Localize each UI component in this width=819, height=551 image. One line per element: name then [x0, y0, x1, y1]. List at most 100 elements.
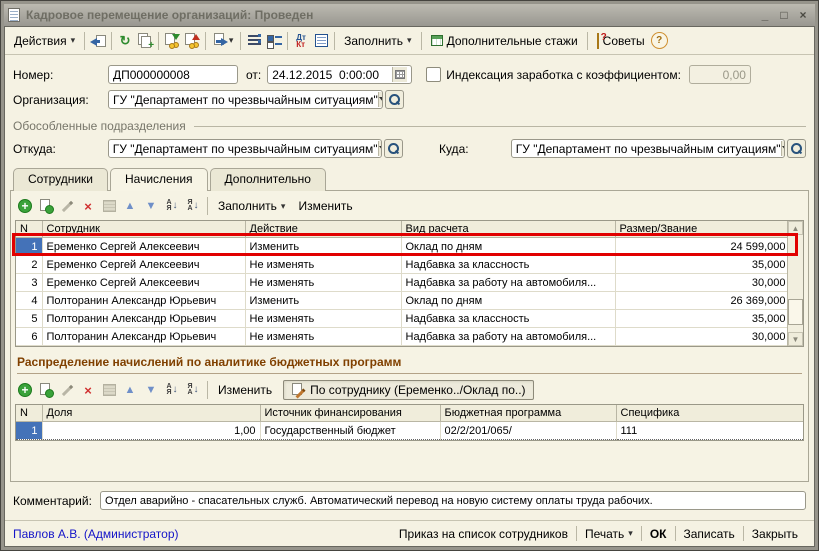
table-row[interactable]: 2 Еременко Сергей Алексеевич Не изменять…: [16, 256, 790, 274]
cell-calc-type: Надбавка за работу на автомобиля...: [401, 328, 615, 346]
current-user-label: Павлов А.В. (Администратор): [13, 527, 179, 541]
tab-additional[interactable]: Дополнительно: [210, 168, 326, 191]
indexation-coefficient-field[interactable]: 0,00: [689, 65, 751, 84]
list-settings-button[interactable]: [244, 31, 264, 51]
table-row[interactable]: 3 Еременко Сергей Алексеевич Не изменять…: [16, 274, 790, 292]
number-row: Номер: ДП000000008 от: 24.12.2015 0:00:0…: [13, 65, 806, 84]
title-bar[interactable]: Кадровое перемещение организаций: Провед…: [4, 4, 815, 26]
by-employee-filter-toggle[interactable]: По сотруднику (Еременко../Оклад по..): [283, 380, 533, 400]
indexation-checkbox[interactable]: [426, 67, 441, 82]
accruals-change-button[interactable]: Изменить: [292, 196, 358, 216]
toolbar-separator: [421, 32, 422, 50]
window-title: Кадровое перемещение организаций: Провед…: [26, 8, 751, 22]
tab-accruals[interactable]: Начисления: [110, 168, 208, 191]
delete-row-button[interactable]: ×: [78, 380, 98, 400]
employee-order-button[interactable]: Приказ на список сотрудников: [391, 525, 576, 543]
to-lookup-button[interactable]: [787, 139, 806, 158]
close-window-button[interactable]: Закрыть: [744, 525, 806, 543]
add-row-button[interactable]: +: [15, 196, 35, 216]
dropdown-button[interactable]: [378, 92, 383, 107]
delete-row-button[interactable]: ×: [78, 196, 98, 216]
col-source: Источник финансирования: [260, 405, 440, 422]
ok-button[interactable]: ОК: [642, 525, 675, 543]
close-button[interactable]: ×: [795, 8, 811, 22]
move-up-button[interactable]: ▲: [120, 196, 140, 216]
copy-row-button[interactable]: [36, 196, 56, 216]
reread-button[interactable]: [88, 31, 108, 51]
accruals-tab-panel: + × ▲ ▼ АЯ ↓ ЯА ↓ Заполни: [10, 190, 809, 482]
unpost-document-icon: [184, 33, 200, 49]
copy-row-button[interactable]: [36, 380, 56, 400]
from-lookup-button[interactable]: [384, 139, 403, 158]
cell-employee: Еременко Сергей Алексеевич: [42, 256, 245, 274]
number-field[interactable]: ДП000000008: [108, 65, 238, 84]
refresh-button[interactable]: ↻: [115, 31, 135, 51]
sort-asc-button[interactable]: АЯ ↓: [162, 196, 182, 216]
post-document-button[interactable]: [162, 31, 182, 51]
date-label: от:: [246, 68, 261, 82]
organization-row: Организация: ГУ "Департамент по чрезвыча…: [13, 90, 806, 109]
dropdown-button[interactable]: [378, 141, 383, 156]
dropdown-button[interactable]: [781, 141, 786, 156]
distribution-section-title: Распределение начислений по аналитике бю…: [17, 355, 802, 374]
actions-menu-button[interactable]: Действия ▾: [8, 31, 81, 51]
sort-desc-button[interactable]: ЯА ↓: [183, 380, 203, 400]
organization-field[interactable]: ГУ "Департамент по чрезвычайным ситуация…: [108, 90, 383, 109]
help-button[interactable]: ?: [651, 32, 668, 49]
scroll-up-button[interactable]: ▲: [788, 221, 803, 235]
cell-n: 4: [16, 292, 42, 310]
unpost-document-button[interactable]: [182, 31, 202, 51]
footer-buttons: Приказ на список сотрудников Печать ▾ ОК…: [391, 525, 806, 543]
tips-button[interactable]: ? Советы: [591, 31, 651, 51]
fill-menu-button[interactable]: Заполнить ▾: [338, 31, 417, 51]
move-down-button[interactable]: ▼: [141, 196, 161, 216]
toolbar-separator: [587, 32, 588, 50]
copy-add-button[interactable]: +: [135, 31, 155, 51]
table-row-partial[interactable]: 7 Еременко Сергей Алексеевич Изменить Ок…: [16, 346, 790, 348]
edit-row-button[interactable]: [57, 380, 77, 400]
calendar-button[interactable]: [392, 67, 407, 82]
selection-settings-button[interactable]: [264, 31, 284, 51]
scroll-down-button[interactable]: ▼: [788, 332, 803, 346]
to-field[interactable]: ГУ "Департамент по чрезвычайным ситуация…: [511, 139, 785, 158]
scroll-thumb[interactable]: [788, 299, 803, 325]
tab-employees[interactable]: Сотрудники: [13, 168, 108, 191]
organization-lookup-button[interactable]: [385, 90, 404, 109]
col-program: Бюджетная программа: [440, 405, 616, 422]
comment-field[interactable]: Отдел аварийно - спасательных служб. Авт…: [100, 491, 806, 510]
table-row[interactable]: 5 Полторанин Александр Юрьевич Не изменя…: [16, 310, 790, 328]
postings-dtkt-button[interactable]: ДтКт: [291, 31, 311, 51]
minimize-button[interactable]: _: [757, 8, 773, 22]
move-up-button[interactable]: ▲: [120, 380, 140, 400]
arrow-down-icon: ▼: [146, 385, 157, 396]
col-calc-type: Вид расчета: [401, 221, 615, 238]
add-row-button[interactable]: +: [15, 380, 35, 400]
end-edit-button[interactable]: [99, 380, 119, 400]
edit-row-button[interactable]: [57, 196, 77, 216]
print-button[interactable]: Печать ▾: [577, 525, 641, 543]
sort-asc-button[interactable]: АЯ ↓: [162, 380, 182, 400]
change-label: Изменить: [218, 383, 272, 397]
sort-desc-button[interactable]: ЯА ↓: [183, 196, 203, 216]
date-field[interactable]: 24.12.2015 0:00:00: [267, 65, 412, 84]
vertical-scrollbar[interactable]: ▲ ▼: [787, 221, 803, 346]
maximize-button[interactable]: □: [776, 8, 792, 22]
distribution-change-button[interactable]: Изменить: [212, 380, 278, 400]
sort-asc-icon: АЯ: [166, 384, 171, 396]
go-to-button[interactable]: ▾: [209, 31, 237, 51]
table-row[interactable]: 4 Полторанин Александр Юрьевич Изменить …: [16, 292, 790, 310]
filter-label: По сотруднику (Еременко../Оклад по..): [310, 383, 525, 397]
end-edit-button[interactable]: [99, 196, 119, 216]
movements-report-button[interactable]: [311, 31, 331, 51]
move-down-button[interactable]: ▼: [141, 380, 161, 400]
table-row[interactable]: 1 Еременко Сергей Алексеевич Изменить Ок…: [16, 238, 790, 256]
add-icon: +: [18, 199, 32, 213]
accruals-fill-button[interactable]: Заполнить ▾: [212, 196, 291, 216]
table-row[interactable]: 1 1,00 Государственный бюджет 02/2/201/0…: [16, 422, 804, 440]
table-row[interactable]: 6 Полторанин Александр Юрьевич Не изменя…: [16, 328, 790, 346]
save-button[interactable]: Записать: [676, 525, 743, 543]
extra-seniority-button[interactable]: Дополнительные стажи: [425, 31, 584, 51]
refresh-icon: ↻: [117, 33, 133, 49]
from-field[interactable]: ГУ "Департамент по чрезвычайным ситуация…: [108, 139, 382, 158]
cell-amount: 24 599,000: [615, 238, 790, 256]
